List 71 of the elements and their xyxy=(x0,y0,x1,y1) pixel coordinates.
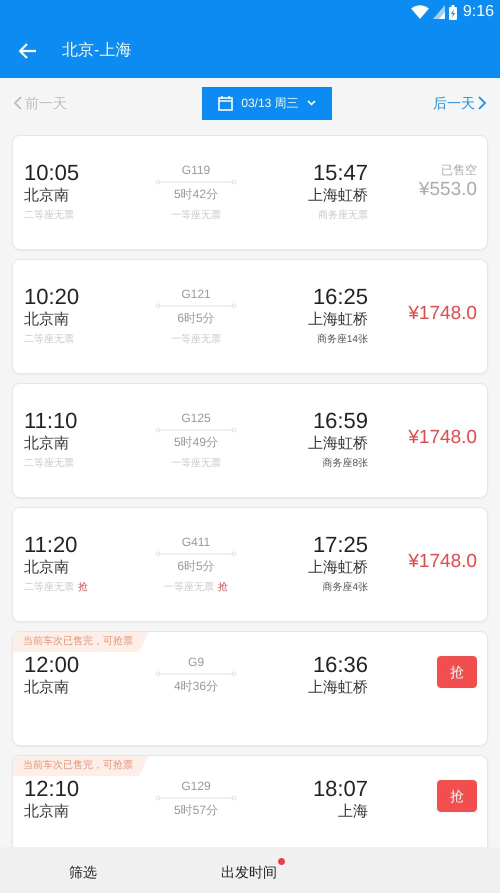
ticket-price: ¥1748.0 xyxy=(408,302,477,326)
bottom-tab[interactable]: 出发时间 xyxy=(213,858,285,882)
arrival-station: 上海虹桥 xyxy=(308,434,368,454)
departure-time: 12:00 xyxy=(24,652,80,678)
grab-ticket-button[interactable]: 抢 xyxy=(437,780,477,812)
seat-availability: 商务座14张 xyxy=(316,334,368,345)
clock: 9:16 xyxy=(462,2,494,22)
route-line-icon xyxy=(155,179,237,185)
route-title: 北京-上海 xyxy=(62,40,132,61)
sold-out-banner: 当前车次已售完，可抢票 xyxy=(13,756,149,776)
train-card[interactable]: 当前车次已售完，可抢票 12:00 北京南 G9 4时36分 16:36 上海虹桥 抢 xyxy=(12,631,488,746)
train-card[interactable]: 当前车次已售完，可抢票 12:10 北京南 G129 5时57分 18:07 上海 抢 xyxy=(12,755,488,847)
battery-icon xyxy=(448,4,457,20)
train-number: G125 xyxy=(181,411,211,426)
arrival-station: 上海虹桥 xyxy=(308,186,368,206)
grab-ticket-button[interactable]: 抢 xyxy=(437,656,477,688)
route-line-icon xyxy=(155,671,237,677)
bottom-tab[interactable]: 筛选 xyxy=(61,858,105,882)
chevron-right-icon xyxy=(478,96,486,110)
arrival-time: 15:47 xyxy=(312,160,368,186)
chevron-left-icon xyxy=(14,96,22,110)
arrival-time: 17:25 xyxy=(312,532,368,558)
grab-label: 抢 xyxy=(218,582,228,593)
route-line-icon xyxy=(155,303,237,309)
sold-out-banner: 当前车次已售完，可抢票 xyxy=(13,632,149,652)
ticket-price: ¥1748.0 xyxy=(408,426,477,450)
caret-down-icon xyxy=(306,100,316,106)
signal-icon xyxy=(432,5,445,19)
departure-time: 10:05 xyxy=(24,160,80,186)
train-number: G129 xyxy=(181,779,211,794)
route-line-icon xyxy=(155,427,237,433)
departure-station: 北京南 xyxy=(24,186,70,206)
duration: 5时42分 xyxy=(174,186,218,202)
sold-out-label: 已售空 xyxy=(441,162,477,178)
departure-time: 11:20 xyxy=(24,532,78,558)
calendar-icon xyxy=(218,96,234,110)
arrival-station: 上海虹桥 xyxy=(308,310,368,330)
ticket-price: ¥1748.0 xyxy=(408,550,477,574)
departure-time: 11:10 xyxy=(24,408,78,434)
seat-availability: 商务座8张 xyxy=(322,458,368,469)
ticket-price: ¥553.0 xyxy=(418,178,477,202)
grab-label: 抢 xyxy=(78,582,88,593)
departure-station: 北京南 xyxy=(24,434,70,454)
departure-station: 北京南 xyxy=(24,678,70,698)
train-number: G411 xyxy=(182,535,210,550)
train-number: G9 xyxy=(188,655,204,670)
duration: 6时5分 xyxy=(177,310,215,326)
back-button[interactable] xyxy=(18,41,38,61)
departure-station: 北京南 xyxy=(24,558,70,578)
duration: 5时57分 xyxy=(174,802,218,818)
train-number: G119 xyxy=(182,163,210,178)
route-line-icon xyxy=(155,795,237,801)
duration: 5时49分 xyxy=(174,434,218,450)
seat-availability: 商务座4张 xyxy=(322,582,368,593)
departure-station: 北京南 xyxy=(24,802,70,822)
departure-time: 12:10 xyxy=(24,776,80,802)
duration: 6时5分 xyxy=(177,558,215,574)
arrival-time: 16:25 xyxy=(312,284,368,310)
arrival-station: 上海虹桥 xyxy=(308,678,368,698)
departure-station: 北京南 xyxy=(24,310,70,330)
duration: 4时36分 xyxy=(174,678,218,694)
departure-time: 10:20 xyxy=(24,284,80,310)
train-number: G121 xyxy=(181,287,211,302)
arrival-time: 16:36 xyxy=(312,652,368,678)
route-line-icon xyxy=(155,551,237,557)
arrival-station: 上海 xyxy=(338,802,368,822)
arrival-time: 16:59 xyxy=(312,408,368,434)
arrival-station: 上海虹桥 xyxy=(308,558,368,578)
wifi-icon xyxy=(410,5,429,19)
arrival-time: 18:07 xyxy=(312,776,368,802)
date-picker[interactable]: 03/13 周三 xyxy=(202,86,332,120)
